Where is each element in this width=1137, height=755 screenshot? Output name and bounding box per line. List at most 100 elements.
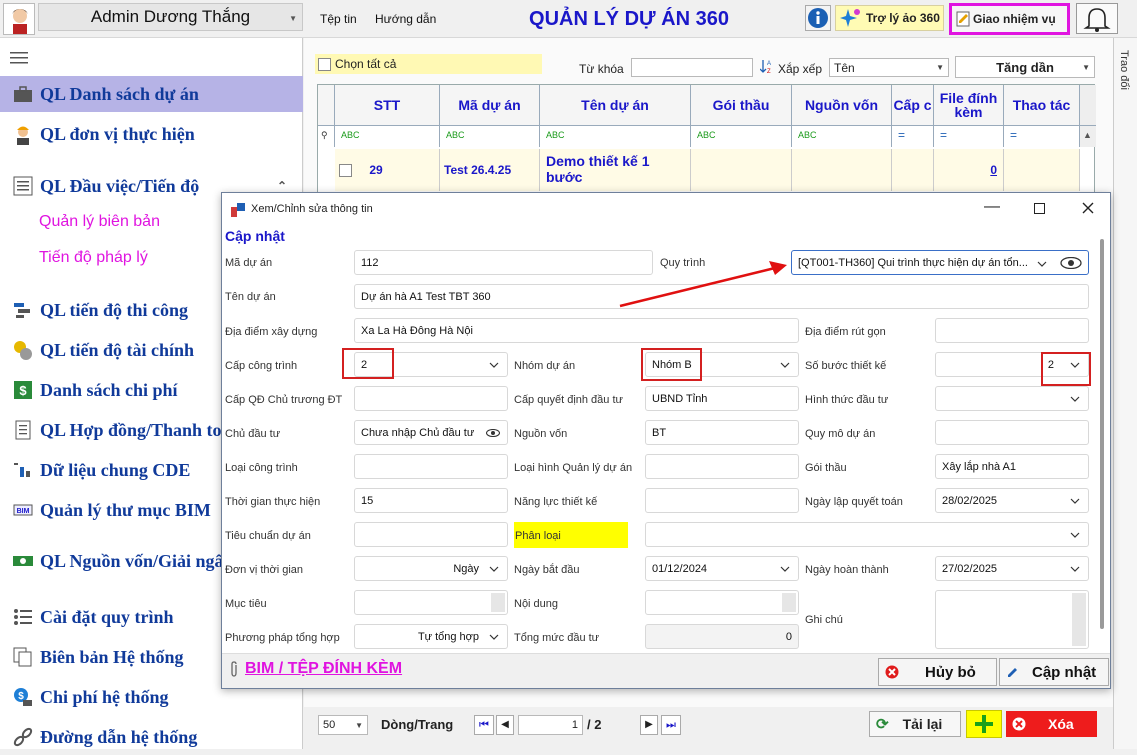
column-goi-thau[interactable]: Gói thầu bbox=[691, 85, 792, 125]
notification-button[interactable] bbox=[1076, 3, 1118, 34]
user-selector[interactable]: Admin Dương Thắng ▼ bbox=[38, 3, 303, 31]
sidebar-item-label: Cài đặt quy trình bbox=[40, 606, 174, 627]
textarea-muc-tieu[interactable] bbox=[354, 590, 508, 615]
last-page-button[interactable]: ⏭ bbox=[661, 715, 681, 735]
input-dia-diem-rut-gon[interactable] bbox=[935, 318, 1089, 343]
column-file[interactable]: File đính kèm bbox=[934, 85, 1004, 125]
input-cap-qd-chu-truong[interactable] bbox=[354, 386, 508, 411]
column-stt[interactable]: STT bbox=[335, 85, 440, 125]
date-ngay-bat-dau[interactable]: 01/12/2024 bbox=[645, 556, 799, 581]
reload-button[interactable]: ⟳ Tải lại bbox=[869, 711, 961, 737]
select-don-vi-tg[interactable]: Ngày bbox=[354, 556, 508, 581]
input-goi-thau[interactable]: Xây lắp nhà A1 bbox=[935, 454, 1089, 479]
filter-pin-icon[interactable]: ⚲ bbox=[318, 125, 335, 147]
column-ten-du-an[interactable]: Tên dự án bbox=[540, 85, 691, 125]
menu-help[interactable]: Hướng dẫn bbox=[375, 12, 436, 26]
chat-strip[interactable]: Trao đổi bbox=[1113, 38, 1137, 749]
update-button[interactable]: Cập nhật bbox=[999, 658, 1109, 686]
textarea-noi-dung[interactable] bbox=[645, 590, 799, 615]
filter-equals-icon[interactable]: = bbox=[892, 125, 934, 147]
column-actions[interactable]: Thao tác bbox=[1004, 85, 1080, 125]
cancel-button[interactable]: Hủy bỏ bbox=[878, 658, 997, 686]
assistant-button[interactable]: Trợ lý ảo 360 bbox=[835, 5, 944, 31]
row-nguon-von bbox=[792, 149, 892, 191]
filter-stt[interactable]: ABC bbox=[335, 125, 440, 147]
grid-scrollbar-top[interactable] bbox=[1080, 85, 1096, 125]
input-tong-muc[interactable]: 0 bbox=[645, 624, 799, 649]
input-chu-dau-tu[interactable]: Chưa nhập Chủ đầu tư bbox=[354, 420, 508, 445]
column-ma-du-an[interactable]: Mã dự án bbox=[440, 85, 540, 125]
input-tieu-chuan[interactable] bbox=[354, 522, 508, 547]
eye-icon[interactable] bbox=[486, 429, 500, 437]
section-title: Cập nhật bbox=[225, 228, 285, 244]
date-ngay-hoan-thanh[interactable]: 27/02/2025 bbox=[935, 556, 1089, 581]
sidebar-item-links[interactable]: Đường dẫn hệ thống bbox=[0, 719, 303, 755]
filter-equals-icon[interactable]: = bbox=[934, 125, 1004, 147]
table-row[interactable]: 29 bbox=[335, 149, 440, 191]
select-all[interactable]: Chọn tất cả bbox=[315, 54, 542, 74]
scrollbar[interactable] bbox=[491, 593, 505, 612]
filter-equals-icon[interactable]: = bbox=[1004, 125, 1080, 147]
select-phan-loai[interactable] bbox=[645, 522, 1089, 547]
attachment-link[interactable]: BIM / TỆP ĐÍNH KÈM bbox=[245, 660, 402, 678]
hamburger-icon[interactable] bbox=[10, 52, 28, 64]
textarea-ghi-chu[interactable] bbox=[935, 590, 1089, 649]
minimize-icon[interactable]: — bbox=[984, 198, 1000, 216]
select-quy-trinh[interactable]: [QT001-TH360] Qui trình thực hiện dự án … bbox=[791, 250, 1089, 275]
input-cap-quyet-dinh[interactable]: UBND Tỉnh bbox=[645, 386, 799, 411]
plus-icon bbox=[975, 715, 993, 733]
sidebar-sub-legal[interactable]: Tiến độ pháp lý bbox=[39, 249, 148, 267]
filter-goi-thau[interactable]: ABC bbox=[691, 125, 792, 147]
chevron-down-icon: ▼ bbox=[355, 721, 363, 730]
sort-order-select[interactable]: Tăng dần ▼ bbox=[955, 56, 1095, 78]
dialog-scrollbar[interactable] bbox=[1100, 239, 1104, 629]
filter-ten[interactable]: ABC bbox=[540, 125, 691, 147]
eye-icon[interactable] bbox=[1060, 257, 1082, 269]
bell-icon bbox=[1083, 8, 1111, 32]
sparkle-icon bbox=[840, 9, 860, 27]
keyword-input[interactable] bbox=[631, 58, 753, 77]
input-dia-diem[interactable]: Xa La Hà Đông Hà Nội bbox=[354, 318, 799, 343]
select-hinh-thuc[interactable] bbox=[935, 386, 1089, 411]
column-nguon-von[interactable]: Nguồn vốn bbox=[792, 85, 892, 125]
menu-file[interactable]: Tệp tin bbox=[320, 12, 357, 26]
info-button[interactable] bbox=[805, 5, 831, 31]
input-thoi-gian[interactable]: 15 bbox=[354, 488, 508, 513]
sidebar-item-units[interactable]: QL đơn vị thực hiện bbox=[0, 116, 303, 152]
row-actions bbox=[1004, 149, 1080, 191]
sidebar-sub-minutes[interactable]: Quản lý biên bản bbox=[39, 213, 160, 231]
delete-button[interactable]: Xóa bbox=[1006, 711, 1097, 737]
select-all-checkbox[interactable] bbox=[318, 57, 331, 71]
input-loai-cong-trinh[interactable] bbox=[354, 454, 508, 479]
sidebar-item-projects[interactable]: QL Danh sách dự án bbox=[0, 76, 303, 112]
column-cap[interactable]: Cấp c bbox=[892, 85, 934, 125]
close-icon[interactable] bbox=[1082, 202, 1094, 214]
select-phuong-phap[interactable]: Tự tổng hợp bbox=[354, 624, 508, 649]
maximize-icon[interactable] bbox=[1034, 203, 1045, 214]
add-button[interactable] bbox=[966, 710, 1002, 738]
page-number-input[interactable]: 1 bbox=[518, 715, 583, 735]
scrollbar[interactable] bbox=[1072, 593, 1086, 646]
assign-task-button[interactable]: Giao nhiệm vụ bbox=[949, 3, 1070, 35]
row-file-link[interactable]: 0 bbox=[934, 149, 1004, 191]
next-page-button[interactable]: ▶ bbox=[640, 715, 658, 735]
page-size-select[interactable]: 50 ▼ bbox=[318, 715, 368, 735]
row-checkbox[interactable] bbox=[339, 164, 352, 178]
scrollbar[interactable] bbox=[782, 593, 796, 612]
input-loai-hinh-ql[interactable] bbox=[645, 454, 799, 479]
scroll-up-icon[interactable]: ▲ bbox=[1080, 125, 1096, 147]
filter-nguon-von[interactable]: ABC bbox=[792, 125, 892, 147]
update-label: Cập nhật bbox=[1032, 663, 1097, 681]
prev-page-button[interactable]: ◀ bbox=[496, 715, 514, 735]
input-ma-du-an[interactable]: 112 bbox=[354, 250, 653, 275]
sort-field-select[interactable]: Tên ▼ bbox=[829, 58, 949, 77]
date-ngay-lap-qt[interactable]: 28/02/2025 bbox=[935, 488, 1089, 513]
don-vi-tg-value: Ngày bbox=[453, 563, 479, 575]
filter-ma[interactable]: ABC bbox=[440, 125, 540, 147]
avatar[interactable] bbox=[3, 3, 35, 35]
first-page-button[interactable]: ⏮ bbox=[474, 715, 494, 735]
input-nguon-von[interactable]: BT bbox=[645, 420, 799, 445]
input-nang-luc[interactable] bbox=[645, 488, 799, 513]
input-quy-mo[interactable] bbox=[935, 420, 1089, 445]
sidebar-item-label: QL tiến độ tài chính bbox=[40, 339, 195, 360]
